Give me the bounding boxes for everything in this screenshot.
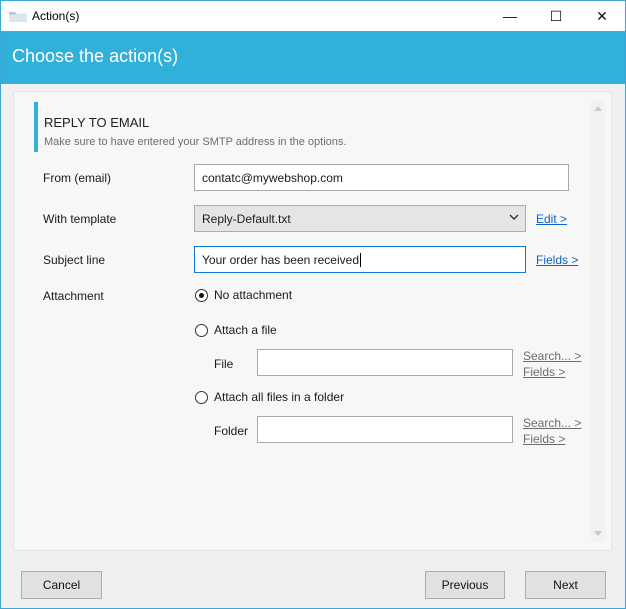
- template-select[interactable]: Reply-Default.txt: [194, 205, 526, 232]
- file-fields-link[interactable]: Fields >: [523, 365, 565, 379]
- scroll-down-icon[interactable]: [594, 531, 602, 536]
- previous-button-label: Previous: [441, 578, 489, 592]
- from-email-field[interactable]: contatc@mywebshop.com: [194, 164, 569, 191]
- folder-icon: [9, 12, 27, 22]
- next-button-label: Next: [553, 578, 578, 592]
- cancel-button[interactable]: Cancel: [21, 571, 102, 599]
- minimize-icon: —: [503, 8, 517, 24]
- radio-attach-file[interactable]: Attach a file: [195, 323, 277, 337]
- cancel-button-label: Cancel: [42, 578, 81, 592]
- template-label: With template: [43, 212, 117, 226]
- folder-path-field[interactable]: [257, 416, 513, 443]
- text-caret: [360, 252, 361, 267]
- vertical-scrollbar[interactable]: [591, 100, 605, 542]
- radio-attach-folder[interactable]: Attach all files in a folder: [195, 390, 344, 404]
- file-search-link[interactable]: Search... >: [523, 349, 581, 363]
- subject-line-field[interactable]: Your order has been received: [194, 246, 526, 273]
- close-icon: ✕: [596, 7, 608, 24]
- attachment-label: Attachment: [43, 289, 104, 303]
- dialog-window: Action(s) — ☐ ✕ Choose the action(s) REP…: [0, 0, 626, 609]
- radio-attach-file-label: Attach a file: [214, 323, 277, 337]
- subject-line-value: Your order has been received: [202, 252, 359, 267]
- edit-template-link[interactable]: Edit >: [536, 212, 567, 226]
- radio-no-attachment-label: No attachment: [214, 288, 293, 302]
- close-button[interactable]: ✕: [579, 1, 625, 31]
- from-label: From (email): [43, 171, 111, 185]
- section-title: REPLY TO EMAIL: [44, 115, 150, 130]
- subject-fields-link[interactable]: Fields >: [536, 253, 578, 267]
- section-accent-bar: [34, 102, 38, 152]
- radio-button[interactable]: [195, 323, 208, 337]
- header-band: Choose the action(s): [1, 31, 625, 84]
- folder-label: Folder: [214, 424, 249, 438]
- maximize-icon: ☐: [549, 7, 563, 24]
- from-email-value: contatc@mywebshop.com: [202, 170, 343, 185]
- chevron-down-icon: [509, 214, 519, 220]
- radio-no-attachment[interactable]: No attachment: [195, 288, 292, 302]
- folder-search-link[interactable]: Search... >: [523, 416, 581, 430]
- content-panel: REPLY TO EMAIL Make sure to have entered…: [13, 91, 612, 551]
- title-bar: Action(s) — ☐ ✕: [1, 1, 625, 31]
- radio-attach-folder-label: Attach all files in a folder: [214, 390, 345, 404]
- file-path-field[interactable]: [257, 349, 513, 376]
- scroll-up-icon[interactable]: [594, 106, 602, 111]
- file-label: File: [214, 357, 234, 371]
- radio-button-checked[interactable]: [195, 288, 208, 302]
- radio-button[interactable]: [195, 390, 208, 404]
- maximize-button[interactable]: ☐: [533, 1, 579, 31]
- template-value: Reply-Default.txt: [202, 211, 291, 226]
- section-subtitle: Make sure to have entered your SMTP addr…: [44, 136, 347, 148]
- next-button[interactable]: Next: [525, 571, 606, 599]
- previous-button[interactable]: Previous: [425, 571, 505, 599]
- page-title: Choose the action(s): [12, 46, 179, 66]
- subject-label: Subject line: [43, 253, 106, 267]
- folder-fields-link[interactable]: Fields >: [523, 432, 565, 446]
- window-title: Action(s): [32, 9, 80, 23]
- minimize-button[interactable]: —: [487, 1, 533, 31]
